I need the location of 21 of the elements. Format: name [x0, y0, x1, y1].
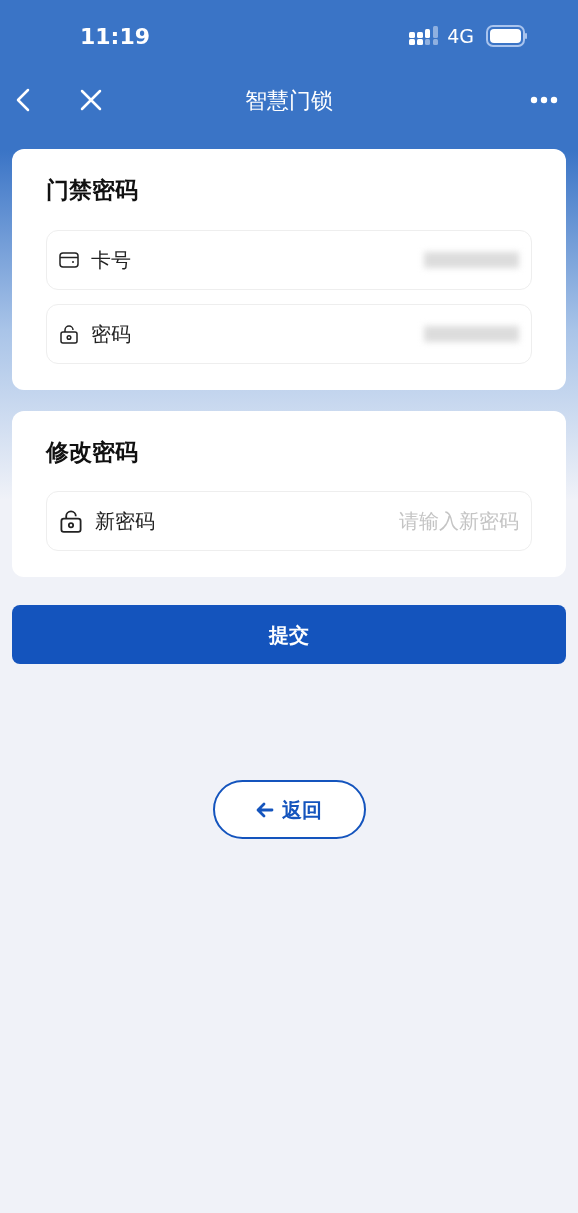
signal-icon	[409, 26, 440, 46]
field-label: 新密码	[95, 508, 155, 535]
page-title: 智慧门锁	[245, 86, 333, 115]
row-label: 卡号	[91, 246, 131, 274]
card-icon	[59, 250, 79, 269]
more-icon[interactable]	[530, 96, 558, 104]
left-arrow-icon	[256, 801, 274, 818]
submit-button[interactable]: 提交	[12, 605, 566, 664]
lock-icon	[59, 323, 79, 344]
row-label: 密码	[91, 320, 131, 348]
section-title: 修改密码	[46, 437, 139, 467]
new-password-input[interactable]: 请输入新密码	[167, 506, 519, 536]
lock-icon	[59, 509, 83, 533]
return-button[interactable]: 返回	[212, 780, 366, 839]
new-password-field[interactable]: 新密码 请输入新密码	[46, 491, 532, 551]
network-type: 4G	[447, 23, 474, 49]
close-icon[interactable]	[80, 89, 102, 111]
back-icon[interactable]	[16, 88, 30, 112]
section-title: 门禁密码	[46, 176, 139, 205]
battery-icon	[486, 25, 528, 47]
status-time: 11:19	[80, 22, 151, 51]
